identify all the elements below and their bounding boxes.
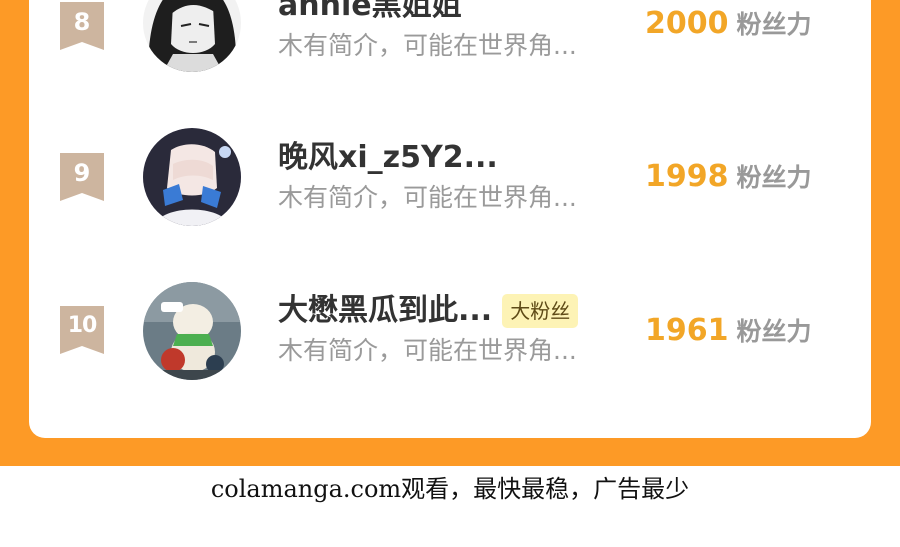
user-bio: 木有简介，可能在世界角... [278,183,577,212]
name-line: annie黑姐姐 [278,0,462,26]
user-avatar[interactable] [143,0,241,72]
score-unit: 粉丝力 [736,163,812,192]
user-avatar[interactable] [143,128,241,226]
rank-badge: 10 [60,306,104,354]
watermark-footer: colamanga.com观看，最快最稳，广告最少 [0,466,900,547]
score-value: 1998 [645,159,729,194]
user-name[interactable]: annie黑姐姐 [278,0,462,26]
user-avatar[interactable] [143,282,241,380]
rank-number: 10 [67,313,98,338]
score: 1998 粉丝力 [645,157,845,201]
leaderboard-card: 8 annie黑姐姐 木有简介，可能在世界角... 2000 粉丝力 9 晚风x… [29,0,871,438]
user-bio: 木有简介，可能在世界角... [278,31,577,60]
avatar-dark-hair-anime-girl-icon [143,0,241,72]
rank-number: 9 [73,159,91,187]
score-unit: 粉丝力 [736,10,812,39]
user-name[interactable]: 大懋黑瓜到此... [278,291,492,331]
user-bio: 木有简介，可能在世界角... [278,336,577,365]
name-line: 晚风xi_z5Y2... [278,138,498,178]
rank-badge: 8 [60,2,104,50]
score-unit: 粉丝力 [736,317,812,346]
score-value: 2000 [645,6,729,41]
score-value: 1961 [645,313,729,348]
rank-badge: 9 [60,153,104,201]
leaderboard-row[interactable]: 10 大懋黑瓜到此... 大粉丝 木有简介，可能在世界角... 1961 粉丝力 [29,263,871,383]
user-name[interactable]: 晚风xi_z5Y2... [278,138,498,178]
leaderboard-row[interactable]: 9 晚风xi_z5Y2... 木有简介，可能在世界角... 1998 粉丝力 [29,110,871,230]
avatar-figurine-toy-icon [143,282,241,380]
score: 2000 粉丝力 [645,4,845,48]
rank-number: 8 [73,8,91,36]
big-fan-badge: 大粉丝 [502,294,579,328]
leaderboard-row[interactable]: 8 annie黑姐姐 木有简介，可能在世界角... 2000 粉丝力 [29,0,871,80]
name-line: 大懋黑瓜到此... 大粉丝 [278,291,579,331]
score: 1961 粉丝力 [645,311,845,355]
avatar-anime-girl-covering-face-icon [143,128,241,226]
watermark-text: colamanga.com观看，最快最稳，广告最少 [210,475,690,503]
